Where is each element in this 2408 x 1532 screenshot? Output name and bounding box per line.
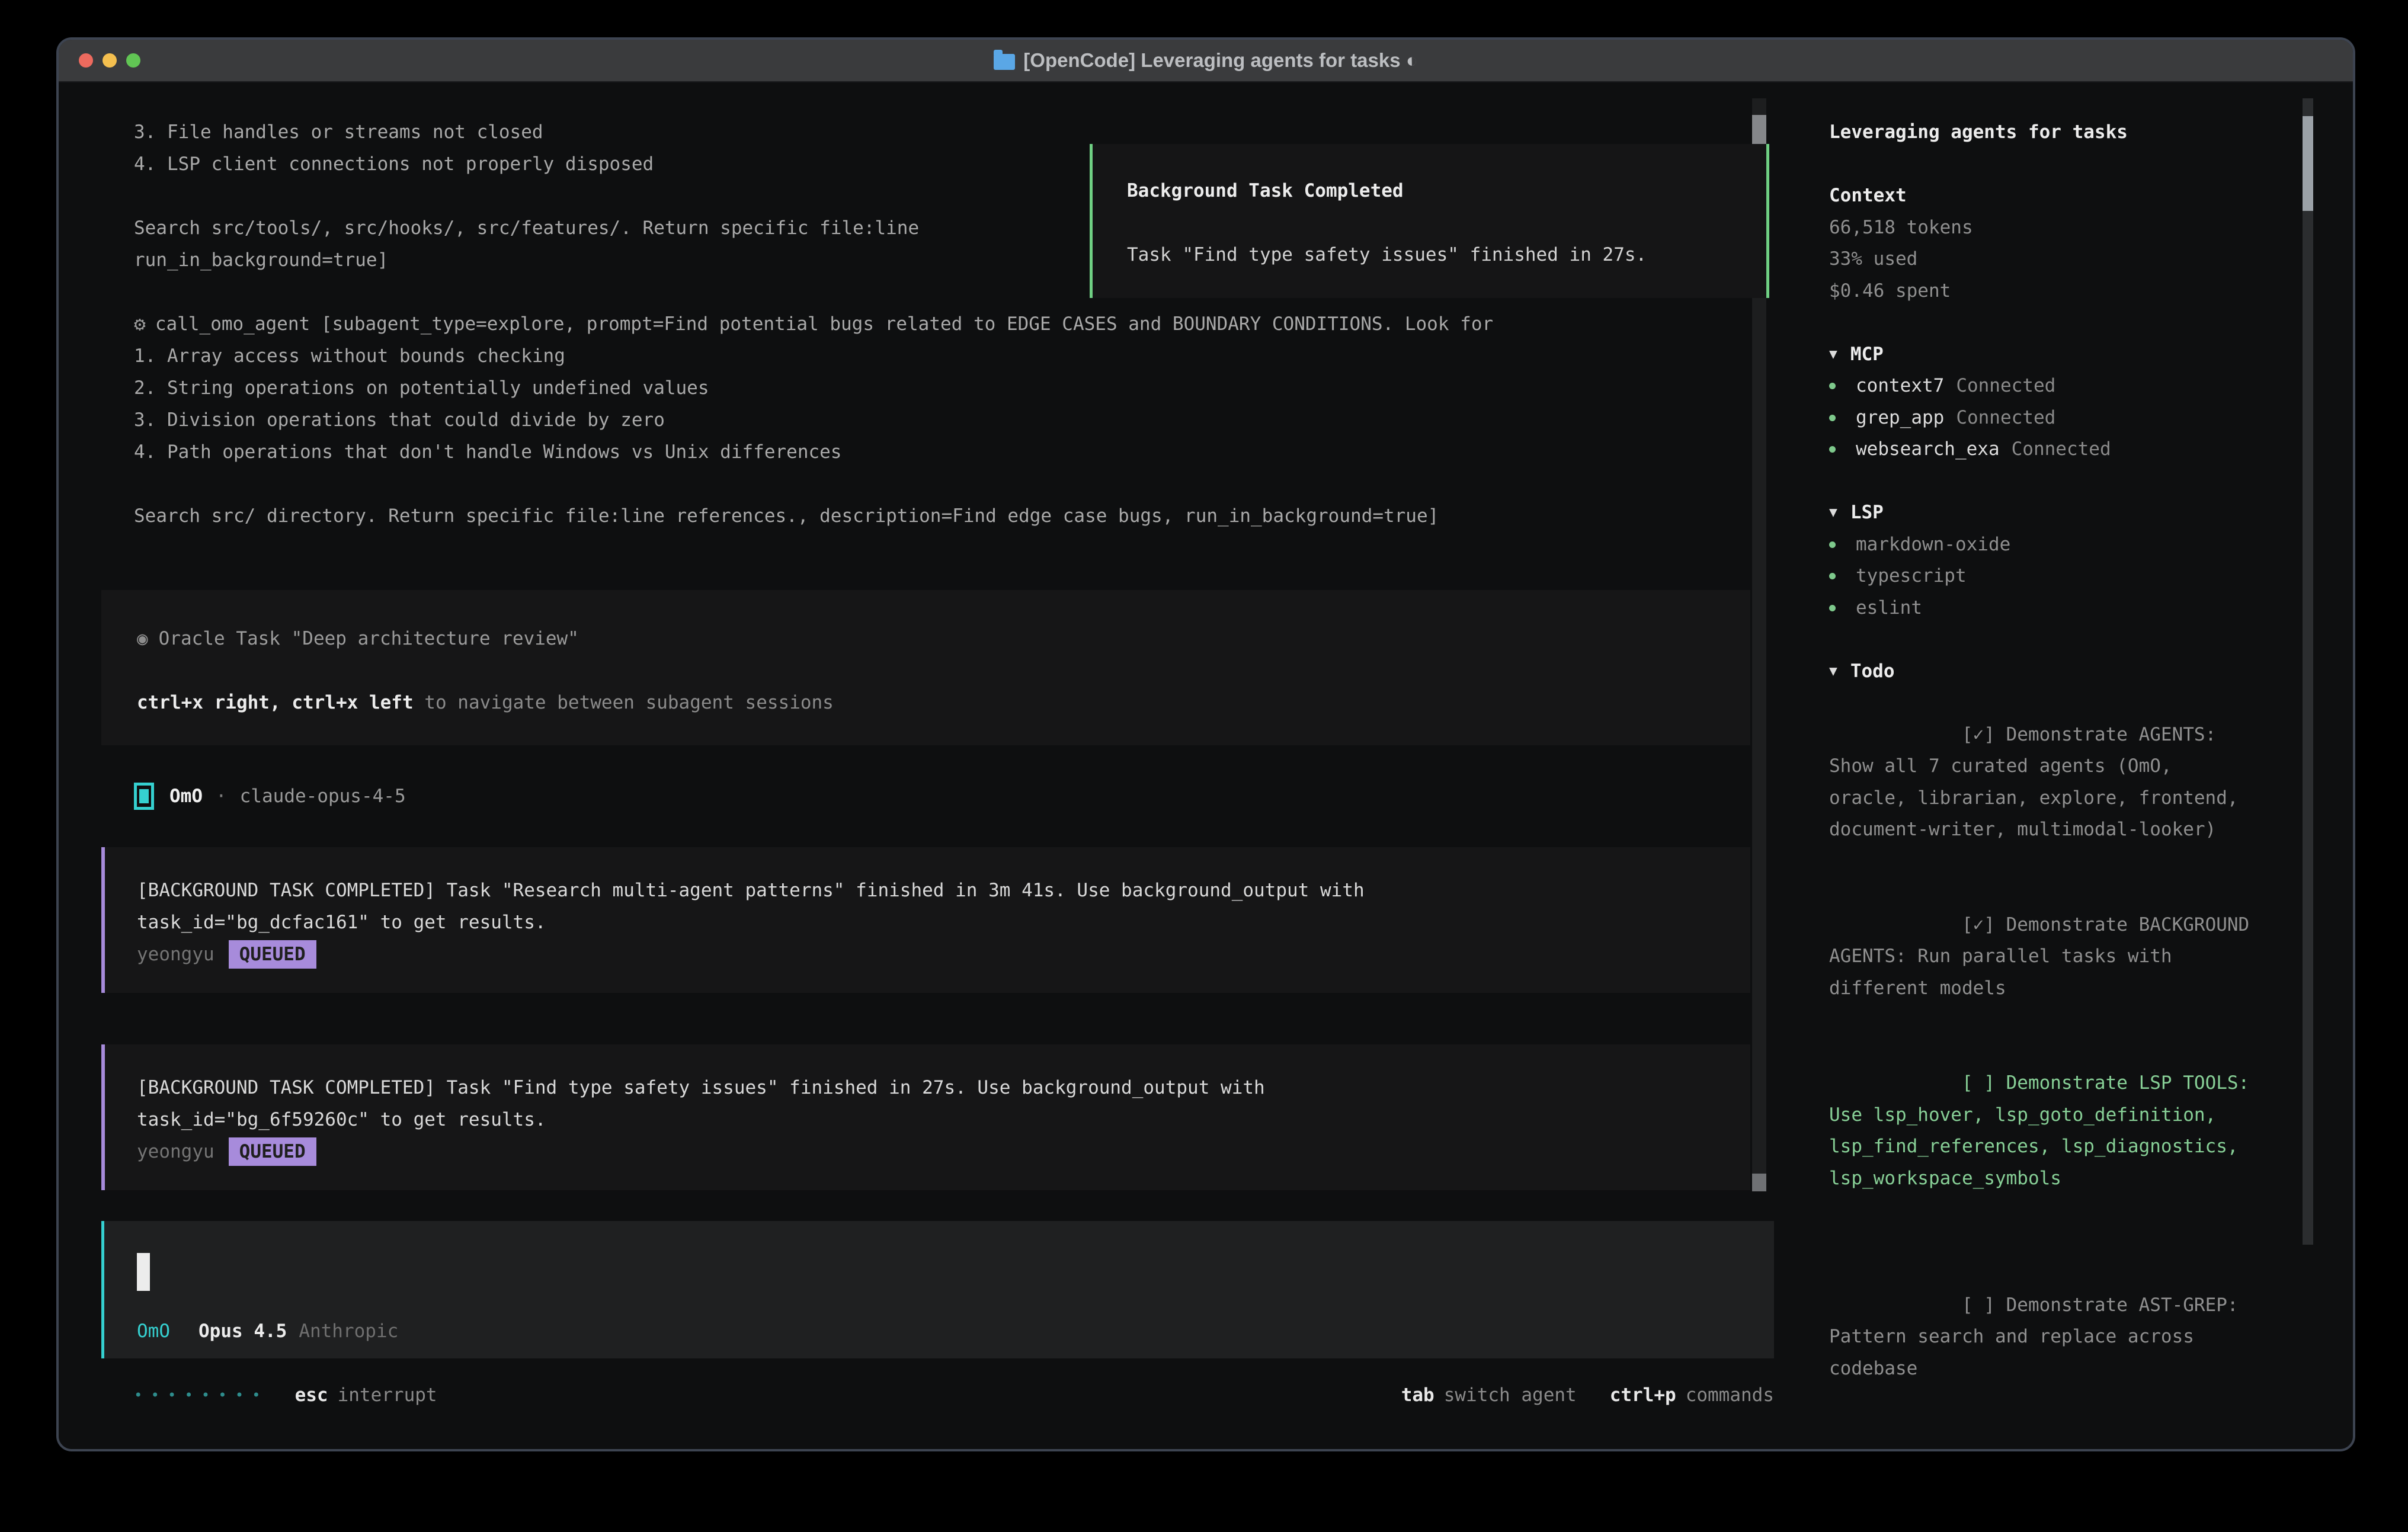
input-footer: OmO Opus 4.5 Anthropic <box>137 1318 398 1344</box>
status-dot-icon <box>1829 573 1836 579</box>
todo-section-header[interactable]: ▼ Todo <box>1829 656 2303 688</box>
status-dot-icon <box>1829 383 1836 389</box>
lsp-server-item: eslint <box>1829 592 2303 624</box>
terminal-content: 3. File handles or streams not closed 4. … <box>59 82 2353 1451</box>
close-window-button[interactable] <box>79 53 93 68</box>
navigation-hint: ctrl+x right, ctrl+x left to navigate be… <box>137 687 1750 719</box>
status-bar: •••••••• esc interrupt tab switch agent … <box>134 1379 1774 1411</box>
background-task-notification: Background Task Completed Task "Find typ… <box>1090 144 1769 298</box>
mcp-section-header[interactable]: ▼ MCP <box>1829 339 2303 371</box>
main-scrollbar-nub[interactable] <box>1752 1174 1766 1191</box>
transcript-line: 1. Array access without bounds checking <box>134 340 1493 372</box>
status-dot-icon <box>1829 446 1836 453</box>
chevron-down-icon: ▼ <box>1829 339 1837 371</box>
status-dot-icon <box>1829 541 1836 548</box>
sidebar: Leveraging agents for tasks Context 66,5… <box>1829 82 2303 1451</box>
spinner-dots-icon: •••••••• <box>134 1387 269 1403</box>
notification-title: Background Task Completed <box>1127 175 1766 207</box>
transcript-line: 3. File handles or streams not closed <box>134 116 1493 148</box>
transcript-line: 4. Path operations that don't handle Win… <box>134 436 1493 468</box>
status-bar-right: tab switch agent ctrl+p commands <box>1368 1384 1774 1406</box>
transcript-line <box>134 468 1493 500</box>
esc-key-hint: esc <box>295 1384 328 1406</box>
text-cursor <box>137 1253 150 1291</box>
context-used: 33% used <box>1829 243 2303 275</box>
task-meta: yeongyu QUEUED <box>137 1136 1750 1168</box>
mcp-server-item: context7 Connected <box>1829 370 2303 402</box>
todo-item: [ ] Demonstrate MCP INTEGRATIONS: Use co… <box>1829 1416 2250 1452</box>
tool-call-text: call_omo_agent [subagent_type=explore, p… <box>155 308 1493 340</box>
agent-square-icon <box>134 783 154 810</box>
task-message-line: task_id="bg_6f59260c" to get results. <box>137 1104 1750 1136</box>
input-model-name: Opus 4.5 <box>198 1318 287 1344</box>
context-tokens: 66,518 tokens <box>1829 212 2303 244</box>
input-provider-name: Anthropic <box>299 1318 398 1344</box>
tab-hint: tab switch agent <box>1401 1384 1577 1406</box>
context-heading: Context <box>1829 180 2303 212</box>
gear-icon: ⚙ <box>134 308 146 340</box>
prompt-input[interactable]: OmO Opus 4.5 Anthropic <box>101 1221 1774 1358</box>
titlebar: [OpenCode] Leveraging agents for tasks ◐ <box>59 40 2353 82</box>
lsp-server-item: markdown-oxide <box>1829 529 2303 561</box>
notification-body: Task "Find type safety issues" finished … <box>1127 239 1766 271</box>
sidebar-scrollbar-thumb[interactable] <box>2303 116 2313 211</box>
transcript-line: 3. Division operations that could divide… <box>134 404 1493 436</box>
task-user: yeongyu <box>137 938 214 970</box>
task-message-line: task_id="bg_dcfac161" to get results. <box>137 906 1750 938</box>
agent-model: claude-opus-4-5 <box>240 786 406 807</box>
session-title: Leveraging agents for tasks <box>1829 117 2303 149</box>
separator-dot: · <box>216 786 227 807</box>
zoom-window-button[interactable] <box>126 53 140 68</box>
queued-badge: QUEUED <box>229 940 316 969</box>
task-meta: yeongyu QUEUED <box>137 938 1750 970</box>
commands-hint: ctrl+p commands <box>1610 1384 1774 1406</box>
agent-header: OmO · claude-opus-4-5 <box>134 780 406 812</box>
mcp-server-item: grep_app Connected <box>1829 402 2303 434</box>
task-user: yeongyu <box>137 1136 214 1168</box>
esc-key-label: interrupt <box>338 1384 437 1406</box>
window-title: [OpenCode] Leveraging agents for tasks ◐ <box>994 49 1417 72</box>
lsp-server-item: typescript <box>1829 560 2303 592</box>
background-task-message: [BACKGROUND TASK COMPLETED] Task "Find t… <box>101 1044 1750 1190</box>
context-spent: $0.46 spent <box>1829 275 2303 307</box>
todo-item: [ ] Demonstrate AST-GREP: Pattern search… <box>1829 1258 2250 1416</box>
mcp-server-item: websearch_exa Connected <box>1829 434 2303 466</box>
status-dot-icon <box>1829 605 1836 611</box>
queued-badge: QUEUED <box>229 1137 316 1166</box>
transcript-line: Search src/ directory. Return specific f… <box>134 500 1493 532</box>
app-window: [OpenCode] Leveraging agents for tasks ◐… <box>56 37 2355 1451</box>
window-title-text: [OpenCode] Leveraging agents for tasks ◐ <box>1023 49 1417 72</box>
todo-item: [✓] Demonstrate BACKGROUND AGENTS: Run p… <box>1829 877 2250 1036</box>
task-message-line: [BACKGROUND TASK COMPLETED] Task "Resear… <box>137 874 1750 906</box>
chevron-down-icon: ▼ <box>1829 656 1837 688</box>
lsp-section-header[interactable]: ▼ LSP <box>1829 497 2303 529</box>
record-icon: ◉ <box>137 628 148 649</box>
chevron-down-icon: ▼ <box>1829 497 1837 529</box>
background-task-message: [BACKGROUND TASK COMPLETED] Task "Resear… <box>101 847 1750 993</box>
oracle-task-box: ◉Oracle Task "Deep architecture review" … <box>101 590 1750 745</box>
task-message-line: [BACKGROUND TASK COMPLETED] Task "Find t… <box>137 1072 1750 1104</box>
minimize-window-button[interactable] <box>103 53 117 68</box>
input-agent-name: OmO <box>137 1318 170 1344</box>
todo-item: [ ] Demonstrate LSP TOOLS: Use lsp_hover… <box>1829 1036 2250 1226</box>
transcript-line: 2. String operations on potentially unde… <box>134 372 1493 404</box>
sidebar-scrollbar-track[interactable] <box>2303 98 2313 1245</box>
folder-icon <box>994 54 1015 70</box>
status-dot-icon <box>1829 415 1836 421</box>
agent-name: OmO <box>169 786 203 807</box>
oracle-task-title: ◉Oracle Task "Deep architecture review" <box>137 623 1750 655</box>
tool-call-line: ⚙ call_omo_agent [subagent_type=explore,… <box>134 308 1493 340</box>
traffic-lights <box>79 40 140 81</box>
todo-item: [✓] Demonstrate AGENTS: Show all 7 curat… <box>1829 687 2250 877</box>
